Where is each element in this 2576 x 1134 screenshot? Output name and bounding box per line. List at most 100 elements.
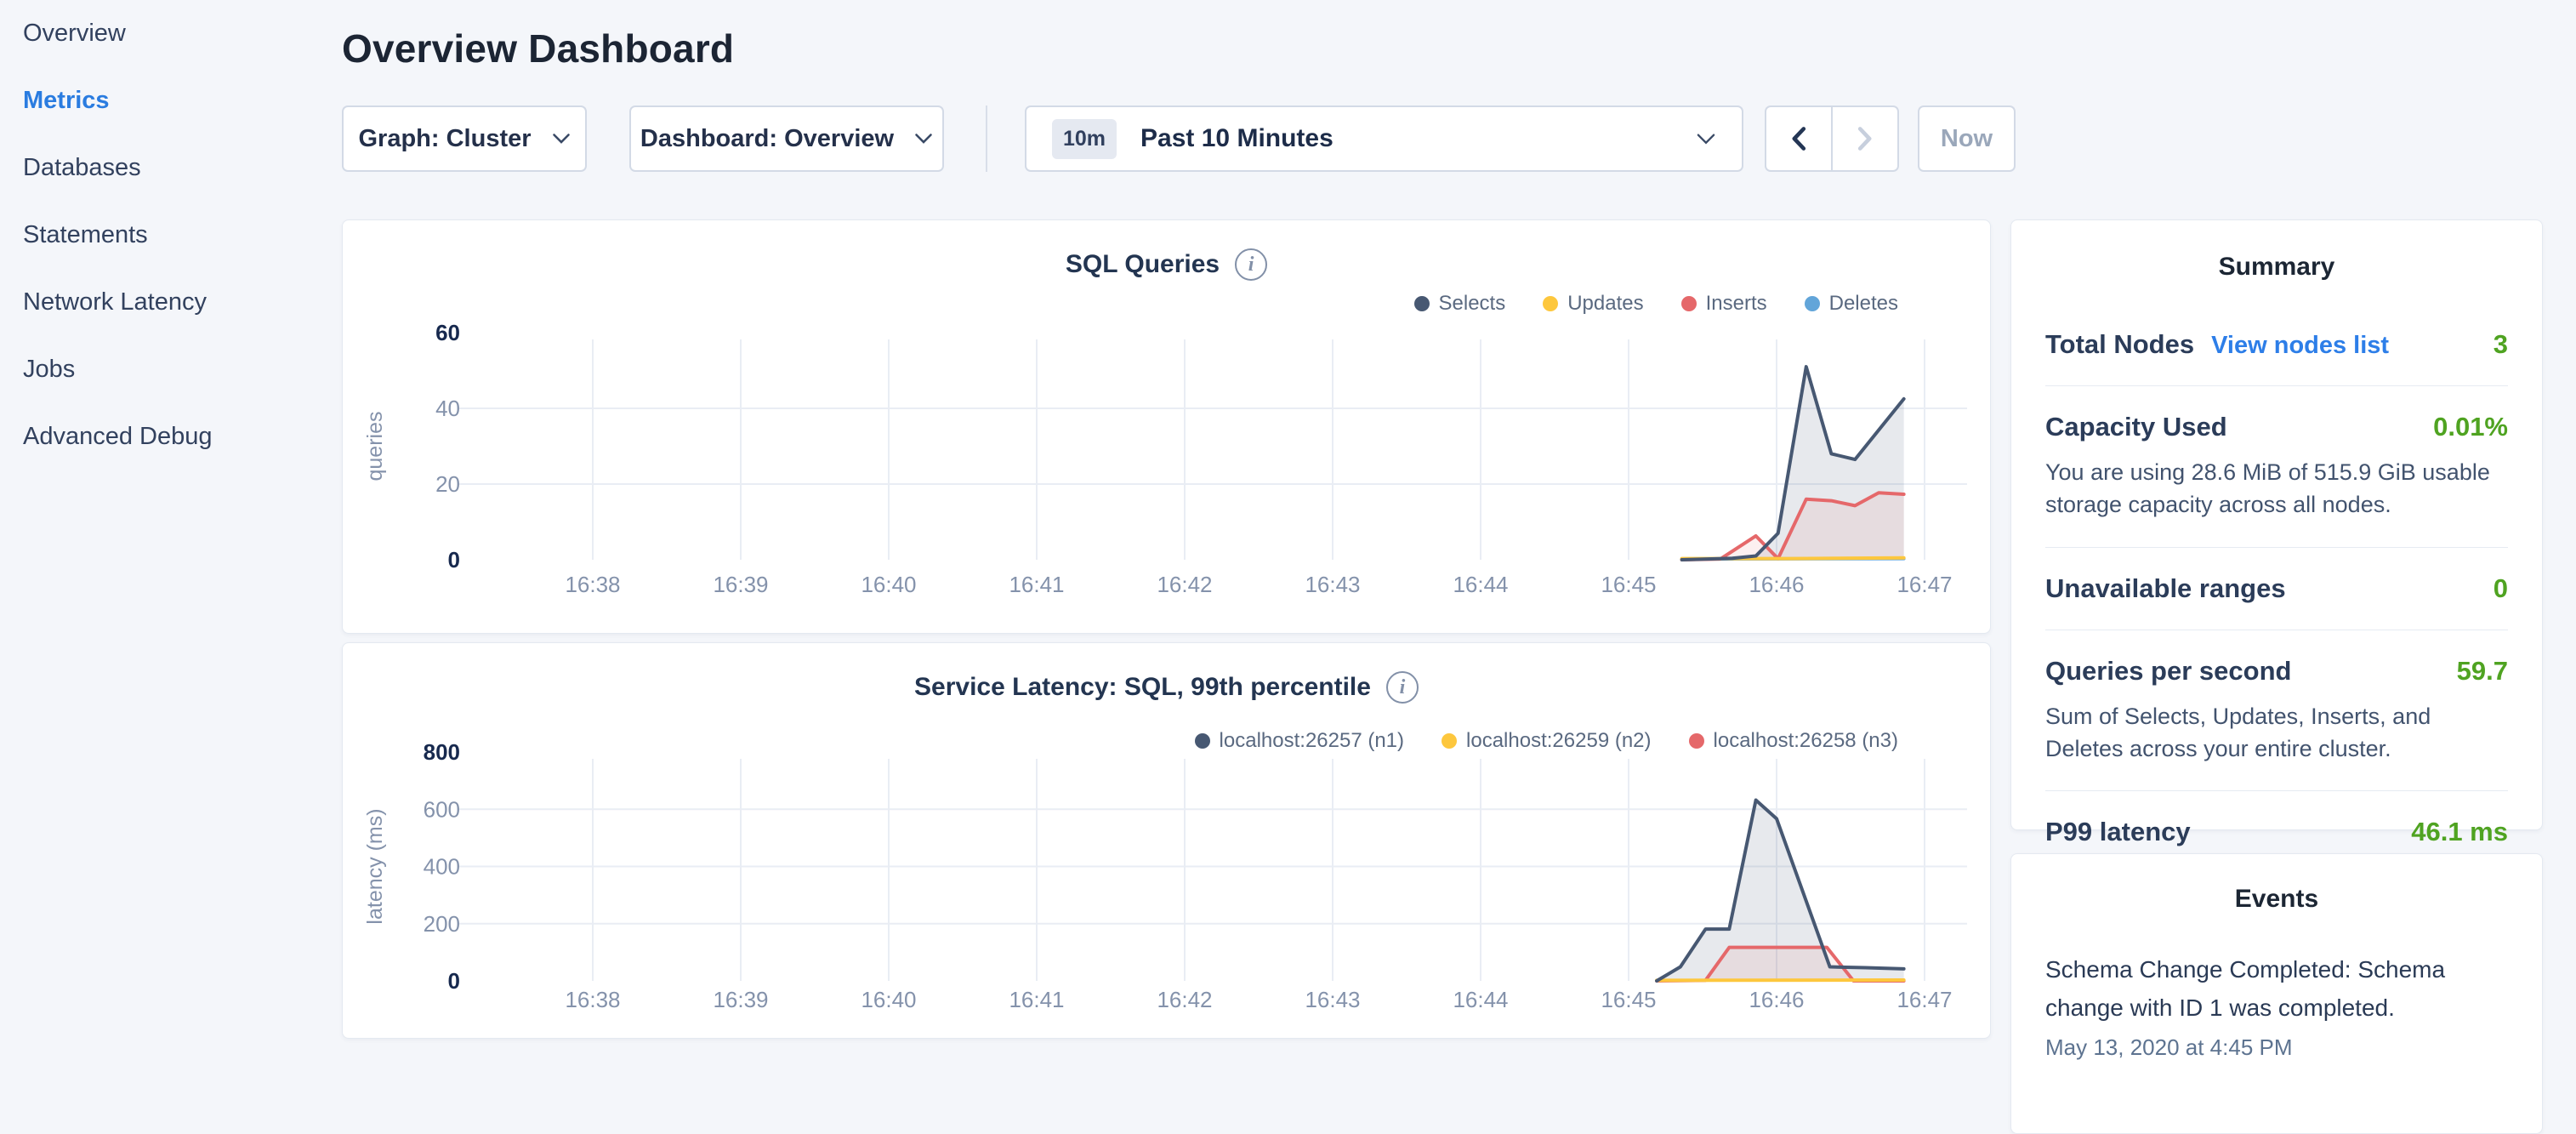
svg-text:16:39: 16:39 [713,987,768,1012]
chart-legend: Selects Updates Inserts Deletes [1414,292,1899,316]
summary-row: Capacity Used 0.01% You are using 28.6 MiB… [2045,412,2508,521]
svg-text:16:42: 16:42 [1157,572,1212,597]
chevron-down-icon [1696,133,1716,145]
sidebar-item-databases[interactable]: Databases [0,134,342,202]
divider [2045,547,2508,548]
legend-dot-icon [1681,296,1697,311]
sidebar-item-network-latency[interactable]: Network Latency [0,269,342,336]
info-icon[interactable]: i [1235,248,1267,281]
svg-text:16:45: 16:45 [1601,987,1656,1012]
legend-label: Inserts [1706,292,1767,316]
chart-title: Service Latency: SQL, 99th percentile [914,673,1371,702]
legend-dot-icon [1195,733,1210,749]
toolbar: Graph: Cluster Dashboard: Overview 10m P… [342,105,2043,172]
chevron-down-icon [914,133,933,145]
time-range-picker[interactable]: 10m Past 10 Minutes [1025,105,1743,172]
legend-item[interactable]: Updates [1543,292,1643,316]
svg-text:latency (ms): latency (ms) [363,808,387,924]
svg-text:20: 20 [435,471,460,497]
sql-queries-chart[interactable]: 16:3816:3916:4016:4116:4216:4316:4416:45… [343,220,1992,635]
summary-row: Total NodesView nodes list3 [2045,329,2508,360]
chart-title: SQL Queries [1066,250,1220,279]
summary-value: 0.01% [2433,412,2508,442]
summary-title: Summary [2045,253,2508,282]
sidebar-item-metrics[interactable]: Metrics [0,67,342,134]
sql-queries-chart-card: SQL Queries i Selects Updates Inserts Delet… [342,219,1991,634]
svg-text:600: 600 [424,796,460,822]
dashboard-dropdown-label: Dashboard: Overview [640,125,894,153]
sidebar-item-jobs[interactable]: Jobs [0,336,342,403]
legend-item[interactable]: localhost:26259 (n2) [1442,729,1651,753]
svg-text:40: 40 [435,396,460,421]
events-panel: Events Schema Change Completed: Schema c… [2010,853,2543,1134]
chevron-down-icon [552,133,571,145]
svg-text:16:44: 16:44 [1453,572,1508,597]
svg-text:16:40: 16:40 [861,572,916,597]
time-forward-button[interactable] [1831,105,1899,172]
svg-text:16:38: 16:38 [565,987,620,1012]
legend-dot-icon [1442,733,1457,749]
toolbar-divider [986,105,987,172]
time-range-label: Past 10 Minutes [1140,124,1333,153]
graph-dropdown-label: Graph: Cluster [358,125,531,153]
dashboard-dropdown[interactable]: Dashboard: Overview [629,105,944,172]
service-latency-chart-card: Service Latency: SQL, 99th percentile i … [342,642,1991,1039]
legend-item[interactable]: Deletes [1805,292,1898,316]
svg-text:60: 60 [435,320,460,345]
legend-label: localhost:26258 (n3) [1714,729,1898,753]
summary-label: Total Nodes [2045,329,2194,360]
sidebar-item-overview[interactable]: Overview [0,0,342,67]
summary-label: Capacity Used [2045,412,2227,442]
sidebar: OverviewMetricsDatabasesStatementsNetwor… [0,0,342,1051]
svg-text:16:46: 16:46 [1749,572,1804,597]
time-range-badge: 10m [1052,119,1117,159]
legend-label: Deletes [1829,292,1898,316]
chevron-right-icon [1857,126,1873,151]
sidebar-item-statements[interactable]: Statements [0,202,342,269]
event-message: Schema Change Completed: Schema change w… [2045,951,2508,1028]
legend-item[interactable]: Inserts [1681,292,1767,316]
legend-item[interactable]: Selects [1414,292,1506,316]
svg-text:16:47: 16:47 [1896,987,1952,1012]
page-title: Overview Dashboard [342,26,734,71]
divider [2045,385,2508,386]
chevron-left-icon [1791,126,1806,151]
legend-dot-icon [1689,733,1704,749]
summary-row: Unavailable ranges0 [2045,573,2508,604]
summary-panel: Summary Total NodesView nodes list3Capac… [2010,219,2543,830]
svg-text:800: 800 [424,739,460,765]
events-title: Events [2045,885,2508,914]
view-nodes-link[interactable]: View nodes list [2211,332,2389,360]
svg-text:16:44: 16:44 [1453,987,1508,1012]
svg-text:16:43: 16:43 [1305,572,1360,597]
graph-dropdown[interactable]: Graph: Cluster [342,105,587,172]
chart-legend: localhost:26257 (n1) localhost:26259 (n2)… [1195,729,1898,753]
legend-label: Selects [1439,292,1506,316]
info-icon[interactable]: i [1386,671,1419,704]
summary-label: Queries per second [2045,656,2291,687]
now-button[interactable]: Now [1918,105,2016,172]
summary-rows: Total NodesView nodes list3Capacity Used… [2045,329,2508,847]
legend-item[interactable]: localhost:26257 (n1) [1195,729,1404,753]
svg-text:16:45: 16:45 [1601,572,1656,597]
summary-value: 0 [2494,573,2508,604]
summary-value: 46.1 ms [2411,817,2508,847]
svg-text:0: 0 [448,968,460,994]
legend-item[interactable]: localhost:26258 (n3) [1689,729,1898,753]
event-item[interactable]: Schema Change Completed: Schema change w… [2045,951,2508,1061]
svg-text:200: 200 [424,911,460,937]
legend-dot-icon [1414,296,1430,311]
svg-text:16:38: 16:38 [565,572,620,597]
time-step-buttons [1765,105,1899,172]
svg-text:16:46: 16:46 [1749,987,1804,1012]
time-back-button[interactable] [1765,105,1833,172]
summary-description: You are using 28.6 MiB of 515.9 GiB usab… [2045,456,2508,521]
summary-value: 59.7 [2457,656,2508,687]
svg-text:16:42: 16:42 [1157,987,1212,1012]
svg-text:16:39: 16:39 [713,572,768,597]
summary-label: P99 latency [2045,817,2191,847]
sidebar-item-advanced-debug[interactable]: Advanced Debug [0,403,342,470]
legend-dot-icon [1805,296,1820,311]
svg-text:16:41: 16:41 [1009,987,1064,1012]
event-timestamp: May 13, 2020 at 4:45 PM [2045,1034,2508,1061]
